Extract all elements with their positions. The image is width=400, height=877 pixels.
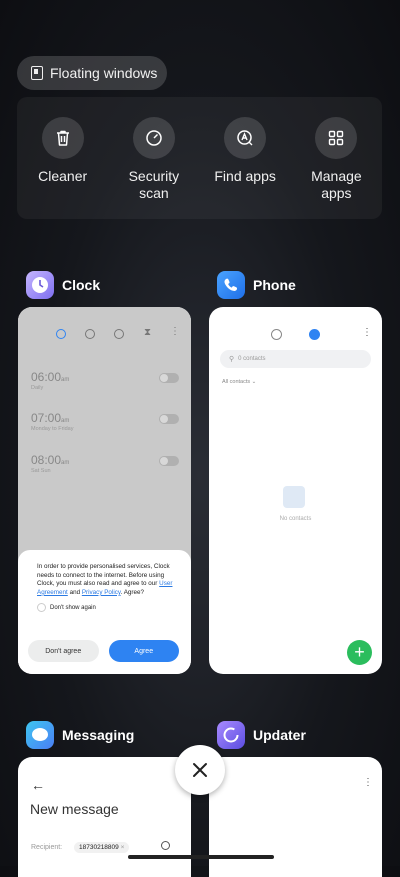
contacts-search-input[interactable]: ⚲ 0 contacts bbox=[220, 350, 371, 368]
floating-windows-label: Floating windows bbox=[50, 65, 158, 81]
quick-tools-panel: Cleaner Security scan Find apps Manage a… bbox=[17, 97, 382, 219]
consent-text: In order to provide personalised service… bbox=[37, 563, 170, 588]
recents-tab-icon[interactable] bbox=[271, 329, 282, 340]
dont-agree-button[interactable]: Don't agree bbox=[28, 640, 99, 662]
updater-app-card[interactable]: ⋮ bbox=[209, 757, 382, 877]
floating-window-icon bbox=[31, 66, 43, 80]
dont-show-again-label: Don't show again bbox=[50, 604, 96, 611]
search-icon: ⚲ bbox=[229, 356, 235, 363]
add-contact-button[interactable]: + bbox=[347, 640, 372, 665]
clock-app-card[interactable]: ⧗ ⋮ 06:00am Daily 07:00am Monday to Frid… bbox=[18, 307, 191, 674]
chevron-down-icon: ⌄ bbox=[251, 379, 257, 385]
world-clock-tab-icon[interactable] bbox=[85, 329, 95, 339]
phone-app-card[interactable]: ⋮ ⚲ 0 contacts All contacts ⌄ No contact… bbox=[209, 307, 382, 674]
more-menu-icon[interactable]: ⋮ bbox=[170, 326, 180, 337]
alarm-tab-icon[interactable] bbox=[56, 329, 66, 339]
consent-message: In order to provide personalised service… bbox=[37, 563, 174, 597]
privacy-policy-link[interactable]: Privacy Policy bbox=[82, 589, 121, 596]
clear-all-button[interactable] bbox=[175, 745, 225, 795]
contacts-tab-icon[interactable] bbox=[309, 329, 320, 340]
remove-icon[interactable]: × bbox=[121, 844, 125, 851]
recipient-chip[interactable]: 18730218809 × bbox=[74, 842, 130, 853]
clock-tabbar: ⧗ ⋮ bbox=[18, 326, 191, 343]
tool-manage-apps-label: Manage apps bbox=[311, 168, 362, 201]
dont-show-again-checkbox[interactable]: Don't show again bbox=[37, 603, 174, 613]
messaging-app-name: Messaging bbox=[62, 727, 135, 743]
consent-question: . Agree? bbox=[120, 588, 145, 596]
tool-security-scan[interactable]: Security scan bbox=[111, 117, 196, 219]
alarm-time: 08:00 bbox=[31, 453, 62, 467]
phone-app-header[interactable]: Phone bbox=[217, 271, 296, 299]
updater-app-icon bbox=[217, 721, 245, 749]
tool-cleaner[interactable]: Cleaner bbox=[20, 117, 105, 219]
alarm-toggle[interactable] bbox=[159, 373, 179, 383]
back-arrow-icon[interactable]: ← bbox=[31, 777, 45, 793]
checkbox-icon bbox=[37, 603, 46, 613]
phone-app-name: Phone bbox=[253, 277, 296, 293]
dialog-buttons: Don't agree Agree bbox=[28, 640, 179, 662]
new-message-title: New message bbox=[30, 801, 119, 817]
plus-icon: + bbox=[354, 642, 365, 662]
clock-app-icon bbox=[26, 271, 54, 299]
security-icon bbox=[132, 117, 175, 159]
trash-icon bbox=[41, 117, 84, 159]
close-icon bbox=[193, 763, 207, 777]
home-indicator[interactable] bbox=[128, 855, 274, 859]
alarm-time: 06:00 bbox=[31, 370, 62, 384]
recipient-value: 18730218809 bbox=[79, 844, 119, 851]
consent-and: and bbox=[69, 588, 81, 596]
alarm-time: 07:00 bbox=[31, 411, 62, 425]
messaging-app-card[interactable]: ← New message Recipient: 18730218809 × bbox=[18, 757, 191, 877]
clock-app-header[interactable]: Clock bbox=[26, 271, 100, 299]
more-menu-icon[interactable]: ⋮ bbox=[363, 777, 373, 788]
find-apps-icon bbox=[224, 117, 267, 159]
alarm-ampm: am bbox=[61, 460, 70, 466]
tool-find-apps-label: Find apps bbox=[214, 168, 276, 184]
alarm-toggle[interactable] bbox=[159, 414, 179, 424]
tool-security-scan-label: Security scan bbox=[128, 168, 180, 201]
messaging-app-icon bbox=[26, 721, 54, 749]
alarm-repeat: Monday to Friday bbox=[31, 426, 74, 432]
all-contacts-label: All contacts bbox=[222, 379, 251, 385]
no-contacts-label: No contacts bbox=[279, 516, 312, 522]
grid-icon bbox=[315, 117, 358, 159]
updater-app-name: Updater bbox=[253, 727, 306, 743]
timer-tab-icon[interactable]: ⧗ bbox=[144, 327, 151, 338]
alarm-row[interactable]: 07:00am Monday to Friday bbox=[31, 411, 181, 432]
clock-app-name: Clock bbox=[62, 277, 101, 293]
updater-app-header[interactable]: Updater bbox=[217, 721, 306, 749]
alarm-row[interactable]: 06:00am Daily bbox=[31, 370, 181, 391]
alarm-repeat: Daily bbox=[31, 385, 44, 391]
recipient-label: Recipient: bbox=[31, 844, 63, 851]
agree-button[interactable]: Agree bbox=[108, 640, 179, 662]
tool-cleaner-label: Cleaner bbox=[38, 168, 88, 184]
floating-windows-button[interactable]: Floating windows bbox=[17, 56, 167, 90]
contact-picker-icon[interactable] bbox=[161, 841, 170, 850]
alarm-ampm: am bbox=[61, 418, 70, 424]
alarm-row[interactable]: 08:00am Sat Sun bbox=[31, 453, 181, 474]
phone-app-icon bbox=[217, 271, 245, 299]
all-contacts-filter[interactable]: All contacts ⌄ bbox=[222, 379, 256, 385]
stopwatch-tab-icon[interactable] bbox=[114, 329, 124, 339]
messaging-app-header[interactable]: Messaging bbox=[26, 721, 134, 749]
search-placeholder: 0 contacts bbox=[238, 356, 266, 362]
consent-dialog: In order to provide personalised service… bbox=[18, 550, 191, 674]
empty-contacts-icon bbox=[283, 486, 305, 508]
alarm-repeat: Sat Sun bbox=[31, 468, 51, 474]
alarm-toggle[interactable] bbox=[159, 456, 179, 466]
tool-find-apps[interactable]: Find apps bbox=[203, 117, 288, 219]
alarm-ampm: am bbox=[61, 377, 70, 383]
more-menu-icon[interactable]: ⋮ bbox=[362, 327, 372, 338]
tool-manage-apps[interactable]: Manage apps bbox=[294, 117, 379, 219]
